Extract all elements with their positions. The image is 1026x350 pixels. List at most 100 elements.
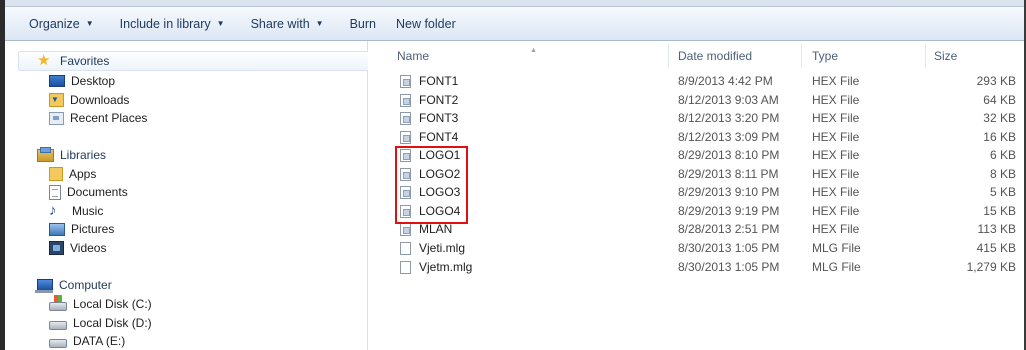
file-row[interactable]: Vjeti.mlg 8/30/2013 1:05 PM MLG File 415 KB [368, 239, 1024, 258]
nav-item-data-e[interactable]: DATA (E:) [49, 332, 125, 350]
file-size: 15 KB [983, 203, 1016, 218]
file-size: 16 KB [983, 129, 1016, 144]
file-date-modified: 8/12/2013 9:03 AM [678, 92, 779, 107]
nav-item-label: Pictures [71, 222, 115, 236]
include-in-library-button[interactable]: Include in library ▼ [110, 12, 235, 36]
file-size: 113 KB [977, 222, 1016, 237]
file-type: HEX File [812, 74, 860, 88]
file-type: HEX File [812, 185, 860, 200]
file-date-modified: 8/29/2013 8:11 PM [678, 166, 779, 181]
file-date-modified: 8/29/2013 9:10 PM [678, 185, 780, 200]
nav-item-music[interactable]: ♪ Music [49, 202, 103, 220]
file-size: 415 KB [976, 240, 1016, 255]
file-name: FONT2 [419, 92, 459, 107]
nav-computer-label: Computer [59, 278, 112, 292]
star-icon: ★ [37, 52, 51, 69]
nav-item-downloads[interactable]: Downloads [49, 91, 129, 109]
highlight-box [395, 146, 468, 224]
file-size: 293 KB [976, 74, 1016, 88]
blank-file-icon [400, 241, 411, 255]
new-folder-label: New folder [395, 16, 456, 31]
file-size: 8 KB [989, 166, 1016, 181]
downloads-icon [49, 93, 64, 107]
column-header-name-label: Name [397, 49, 430, 63]
nav-item-recent-places[interactable]: Recent Places [49, 109, 147, 127]
navigation-pane: ★ Favorites Desktop Downloads Recent Pla… [5, 41, 370, 350]
column-header-date[interactable]: Date modified [669, 44, 802, 68]
file-date-modified: 8/9/2013 4:42 PM [678, 74, 773, 88]
column-header-size-label: Size [934, 49, 958, 63]
window-top-border [0, 0, 1026, 7]
disk-icon [49, 321, 67, 330]
column-header-name[interactable]: Name ▲ [368, 44, 669, 68]
column-header-type-label: Type [812, 49, 839, 63]
sort-ascending-icon: ▲ [530, 47, 537, 54]
organize-label: Organize [29, 16, 80, 31]
include-in-library-label: Include in library [119, 16, 211, 31]
nav-item-label: Documents [67, 185, 128, 199]
nav-item-label: Apps [69, 167, 97, 181]
music-icon: ♪ [49, 202, 57, 219]
nav-item-local-disk-c[interactable]: Local Disk (C:) [49, 295, 152, 313]
file-type: HEX File [812, 129, 860, 144]
nav-item-local-disk-d[interactable]: Local Disk (D:) [49, 314, 152, 332]
file-row[interactable]: FONT3 8/12/2013 3:20 PM HEX File 32 KB [368, 109, 1024, 128]
new-folder-button[interactable]: New folder [386, 12, 466, 36]
nav-libraries-label: Libraries [60, 148, 107, 162]
nav-favorites[interactable]: ★ Favorites [37, 52, 109, 70]
file-type: HEX File [812, 111, 860, 126]
file-type: HEX File [812, 92, 860, 107]
file-size: 5 KB [989, 185, 1016, 200]
computer-icon [35, 279, 53, 293]
documents-icon [49, 184, 61, 200]
file-type: HEX File [812, 222, 860, 237]
nav-item-label: Downloads [70, 93, 130, 107]
file-date-modified: 8/12/2013 3:20 PM [678, 111, 780, 126]
chevron-down-icon: ▼ [216, 19, 225, 28]
nav-libraries[interactable]: Libraries [37, 146, 106, 164]
file-row[interactable]: FONT2 8/12/2013 9:03 AM HEX File 64 KB [368, 91, 1024, 110]
nav-item-pictures[interactable]: Pictures [49, 220, 114, 238]
nav-item-label: Desktop [71, 74, 116, 88]
nav-item-label: Music [72, 204, 104, 218]
file-type: MLG File [812, 240, 861, 255]
file-type: MLG File [812, 259, 861, 274]
file-row[interactable]: FONT4 8/12/2013 3:09 PM HEX File 16 KB [368, 128, 1024, 147]
column-header-size[interactable]: Size [926, 44, 1024, 68]
column-header-type[interactable]: Type [802, 44, 926, 68]
file-name: FONT4 [419, 129, 459, 144]
nav-favorites-label: Favorites [60, 54, 110, 68]
recent-places-icon [49, 111, 64, 125]
file-name: FONT1 [419, 74, 459, 88]
file-name: Vjetm.mlg [419, 259, 473, 274]
nav-item-label: Recent Places [70, 111, 148, 125]
blank-file-icon [400, 260, 411, 274]
chevron-down-icon: ▼ [85, 19, 94, 28]
nav-item-documents[interactable]: Documents [49, 183, 128, 201]
file-date-modified: 8/30/2013 1:05 PM [678, 259, 780, 274]
file-date-modified: 8/30/2013 1:05 PM [678, 240, 780, 255]
hex-file-icon [400, 130, 411, 144]
hex-file-icon [400, 93, 411, 107]
file-size: 64 KB [983, 92, 1016, 107]
nav-item-desktop[interactable]: Desktop [49, 72, 115, 90]
file-row[interactable]: Vjetm.mlg 8/30/2013 1:05 PM MLG File 1,279 … [368, 258, 1024, 277]
hex-file-icon [400, 223, 411, 237]
share-with-button[interactable]: Share with ▼ [241, 12, 334, 36]
videos-icon [49, 241, 64, 255]
file-size: 32 KB [983, 111, 1016, 126]
file-size: 1,279 KB [966, 259, 1016, 274]
disk-icon [49, 339, 67, 348]
burn-label: Burn [349, 16, 376, 31]
nav-item-apps[interactable]: Apps [49, 165, 96, 183]
desktop-icon [49, 75, 65, 87]
organize-button[interactable]: Organize ▼ [19, 12, 104, 36]
burn-button[interactable]: Burn [340, 12, 386, 36]
command-bar: Organize ▼ Include in library ▼ Share wi… [5, 7, 1024, 41]
file-date-modified: 8/28/2013 2:51 PM [678, 222, 780, 237]
file-size: 6 KB [989, 148, 1016, 163]
nav-item-videos[interactable]: Videos [49, 239, 106, 257]
file-row[interactable]: FONT1 8/9/2013 4:42 PM HEX File 293 KB [368, 72, 1024, 91]
nav-computer[interactable]: Computer [35, 276, 112, 294]
chevron-down-icon: ▼ [315, 19, 324, 28]
